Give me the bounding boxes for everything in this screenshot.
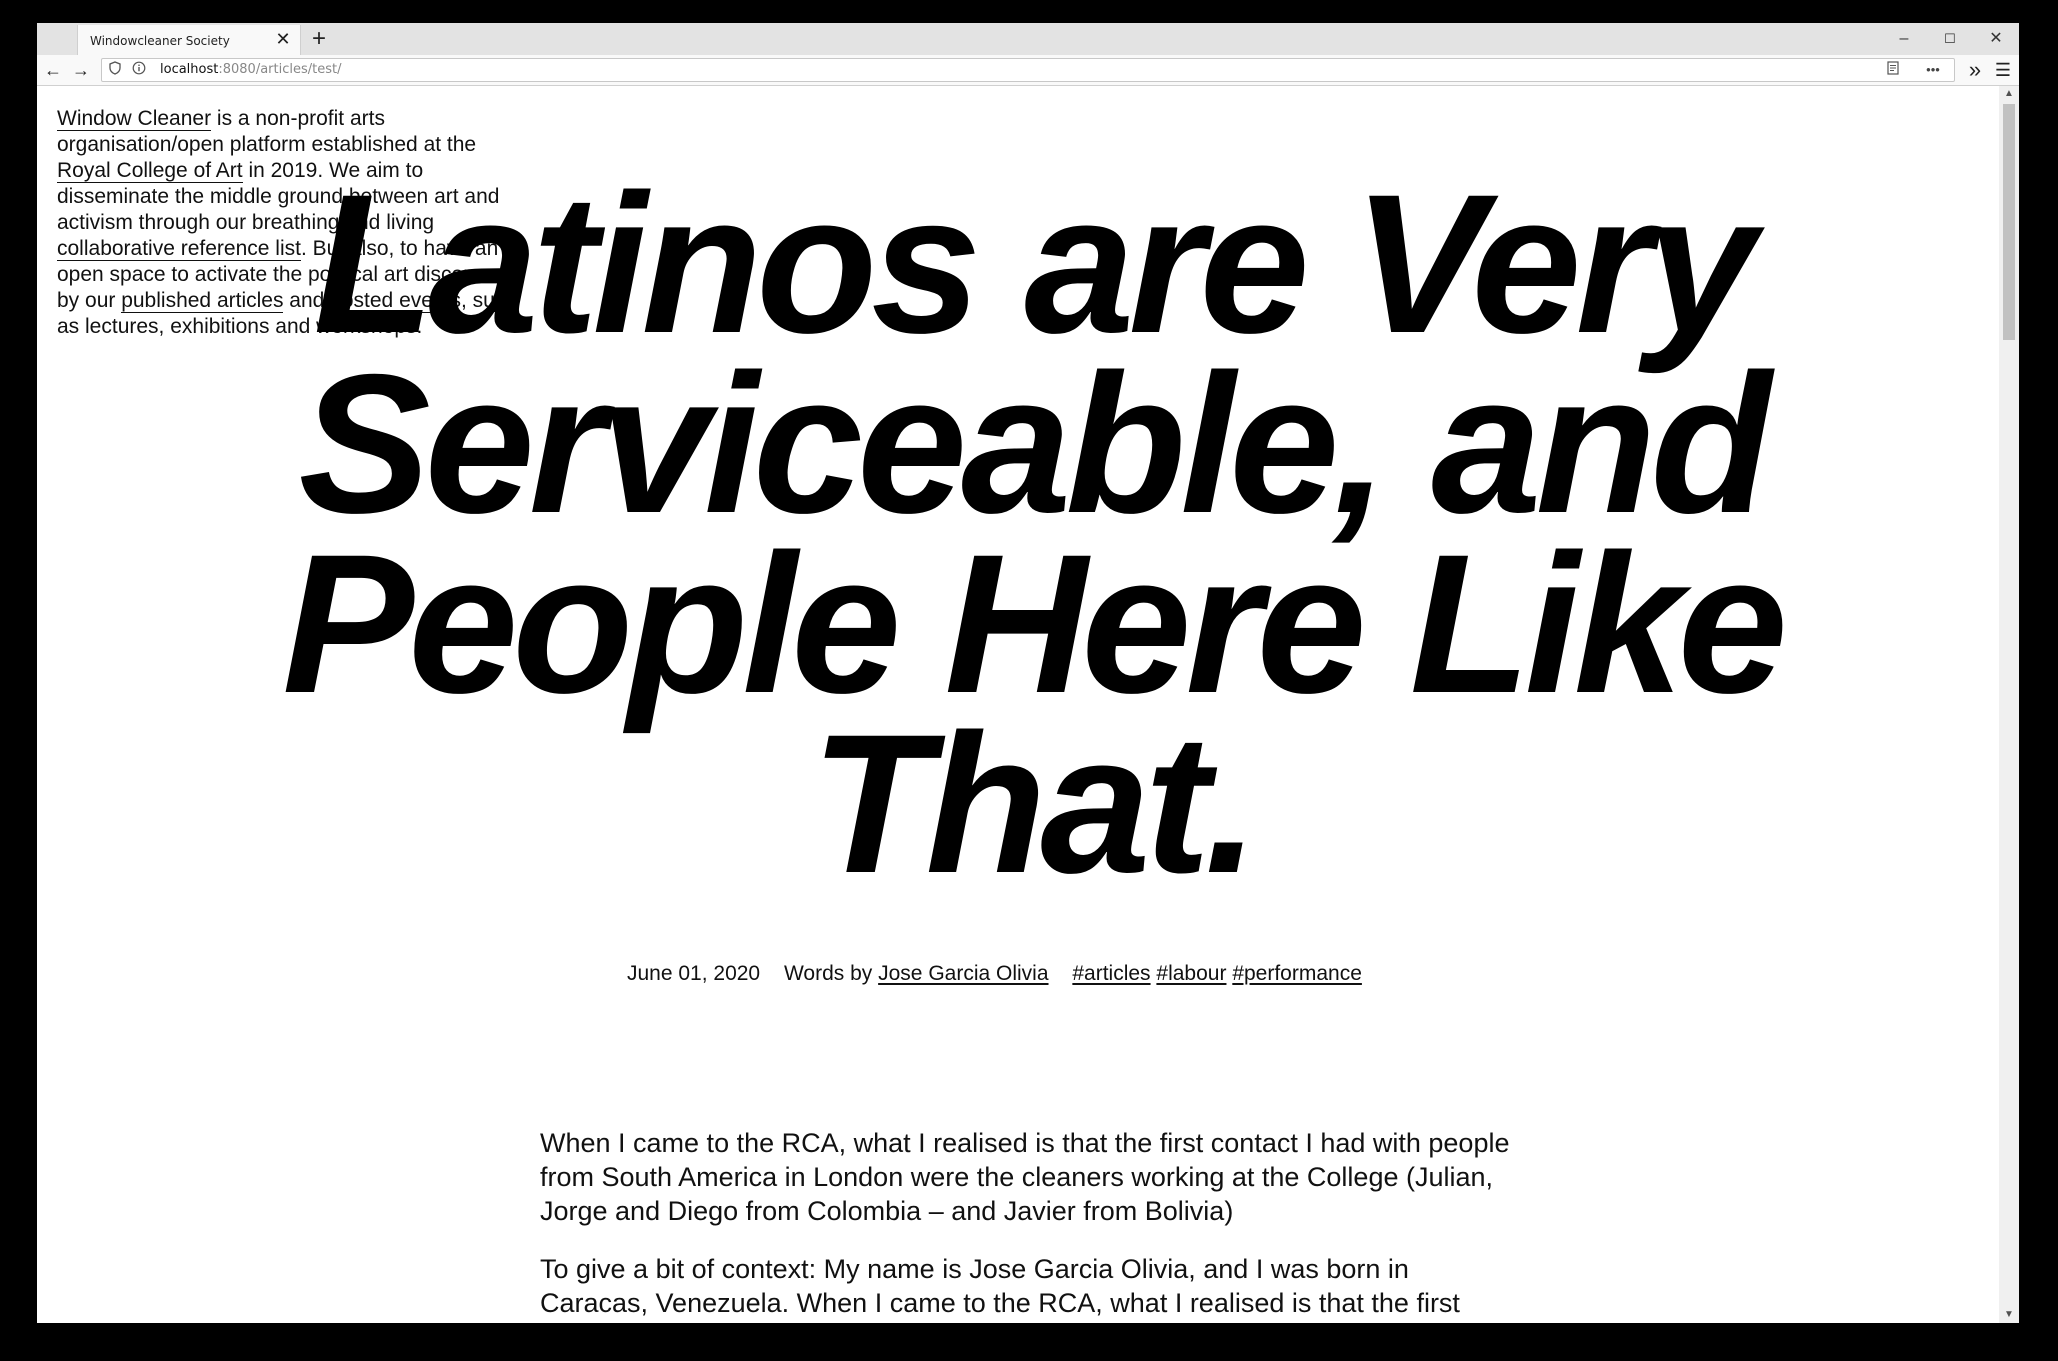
tag-link[interactable]: #labour — [1156, 962, 1226, 986]
maximize-button[interactable]: ☐ — [1927, 23, 1973, 55]
scrollbar-thumb[interactable] — [2003, 104, 2015, 340]
words-by-label: Words by — [783, 962, 873, 985]
url-bar[interactable]: localhost:8080/articles/test/ ••• — [101, 58, 1955, 82]
shield-icon[interactable] — [106, 61, 124, 79]
browser-window: Windowcleaner Society ✕ + – ☐ ✕ ← → loca… — [37, 23, 2019, 1323]
window-cleaner-link[interactable]: Window Cleaner — [57, 107, 212, 131]
url-text[interactable]: localhost:8080/articles/test/ — [160, 62, 341, 77]
scroll-down-icon[interactable]: ▼ — [1999, 1307, 2019, 1323]
close-window-button[interactable]: ✕ — [1973, 23, 2019, 55]
article-paragraph: When I came to the RCA, what I realised … — [540, 1128, 1510, 1226]
tab-title: Windowcleaner Society — [90, 34, 230, 48]
overflow-icon[interactable]: » — [1961, 57, 1989, 83]
new-tab-button[interactable]: + — [305, 25, 333, 53]
page-content: Window Cleaner is a non-profit arts orga… — [37, 86, 1999, 1323]
tab-strip: Windowcleaner Society ✕ + – ☐ ✕ — [37, 23, 2019, 55]
tag-link[interactable]: #performance — [1232, 962, 1362, 986]
page-actions-icon[interactable]: ••• — [1922, 61, 1944, 79]
tab-close-icon[interactable]: ✕ — [272, 28, 294, 50]
vertical-scrollbar[interactable]: ▲ ▼ — [1999, 86, 2019, 1323]
article-body: When I came to the RCA, what I realised … — [540, 1126, 1520, 1323]
navigation-bar: ← → localhost:8080/articles/test/ ••• » … — [37, 55, 2019, 86]
article-headline: Latinos are Very Serviceable, and People… — [282, 153, 1788, 914]
back-button[interactable]: ← — [39, 57, 67, 83]
scroll-up-icon[interactable]: ▲ — [1999, 86, 2019, 102]
rca-link[interactable]: Royal College of Art — [57, 159, 243, 183]
article-paragraph: To give a bit of context: My name is Jos… — [540, 1254, 1460, 1318]
tag-link[interactable]: #articles — [1072, 962, 1150, 986]
menu-icon[interactable]: ☰ — [1989, 57, 2017, 83]
author-link[interactable]: Jose Garcia Olivia — [878, 962, 1048, 986]
browser-tab[interactable]: Windowcleaner Society ✕ — [77, 25, 301, 55]
forward-button[interactable]: → — [67, 57, 95, 83]
reader-view-icon[interactable] — [1882, 61, 1904, 79]
minimize-button[interactable]: – — [1881, 23, 1927, 55]
info-icon[interactable] — [130, 61, 148, 79]
article-date: June 01, 2020 — [627, 962, 761, 985]
